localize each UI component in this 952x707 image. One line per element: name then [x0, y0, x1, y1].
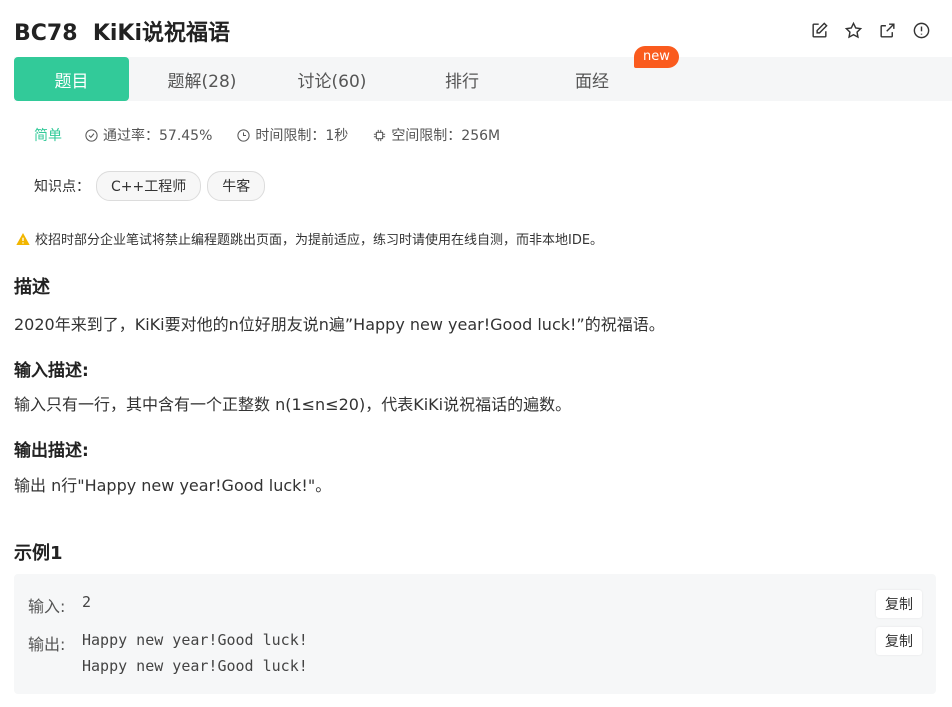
tag-cpp-engineer[interactable]: C++工程师 — [96, 171, 202, 201]
description-heading: 描述 — [14, 277, 50, 298]
memory-limit: 空间限制：256M — [372, 125, 500, 145]
copy-input-button[interactable]: 复制 — [876, 590, 922, 618]
copy-output-button[interactable]: 复制 — [876, 627, 922, 655]
time-limit-text: 时间限制：1秒 — [255, 128, 349, 144]
pass-rate: 通过率：57.45% — [84, 125, 212, 145]
warning-text: 校招时部分企业笔试将禁止编程题跳出页面，为提前适应，练习时请使用在线自测，而非本… — [35, 233, 604, 248]
input-desc-text: 输入只有一行，其中含有一个正整数 n(1≤n≤20)，代表KiKi说祝福话的遍数… — [14, 395, 572, 414]
tab-discussion[interactable]: 讨论(60) — [267, 57, 397, 101]
difficulty-label: 简单 — [34, 128, 62, 144]
share-external-icon[interactable] — [876, 19, 898, 41]
example-input-value: 2 — [82, 593, 92, 611]
chip-icon — [374, 129, 386, 141]
problem-meta: 简单 通过率：57.45% 时间限制：1秒 空间限制：256M — [34, 125, 524, 145]
ide-warning: 校招时部分企业笔试将禁止编程题跳出页面，为提前适应，练习时请使用在线自测，而非本… — [15, 229, 603, 248]
example-box: 输入: 2 复制 输出: Happy new year!Good luck! H… — [14, 574, 936, 694]
report-icon[interactable] — [910, 19, 932, 41]
tab-problem[interactable]: 题目 — [14, 57, 129, 101]
check-circle-icon — [85, 128, 98, 142]
title-actions — [808, 19, 932, 41]
problem-tabs: 题目 题解(28) 讨论(60) 排行 面经 — [14, 57, 952, 101]
star-icon[interactable] — [842, 19, 864, 41]
time-limit: 时间限制：1秒 — [236, 125, 348, 145]
problem-title-bar: BC78 KiKi说祝福语 — [14, 16, 230, 46]
example-heading: 示例1 — [14, 543, 63, 564]
problem-title: BC78 KiKi说祝福语 — [14, 21, 231, 46]
output-desc-text: 输出 n行"Happy new year!Good luck!"。 — [14, 476, 332, 495]
warning-icon — [16, 232, 30, 245]
tab-solutions[interactable]: 题解(28) — [137, 57, 267, 101]
input-desc-heading: 输入描述: — [14, 361, 89, 381]
output-desc-heading: 输出描述: — [14, 441, 89, 461]
example-input-label: 输入: — [28, 597, 66, 616]
memory-limit-text: 空间限制：256M — [391, 128, 501, 144]
pass-rate-text: 通过率：57.45% — [103, 128, 213, 144]
knowledge-label: 知识点： — [34, 179, 90, 195]
tag-nowcoder[interactable]: 牛客 — [207, 171, 266, 201]
clock-icon — [237, 128, 251, 142]
tab-ranking[interactable]: 排行 — [397, 57, 527, 101]
description-text: 2020年来到了，KiKi要对他的n位好朋友说n遍”Happy new year… — [14, 315, 665, 334]
example-output-value: Happy new year!Good luck! Happy new year… — [82, 631, 308, 675]
edit-icon[interactable] — [808, 19, 830, 41]
knowledge-points: 知识点： C++工程师 牛客 — [34, 171, 266, 201]
new-badge: new — [634, 46, 679, 68]
example-output-label: 输出: — [28, 635, 66, 654]
